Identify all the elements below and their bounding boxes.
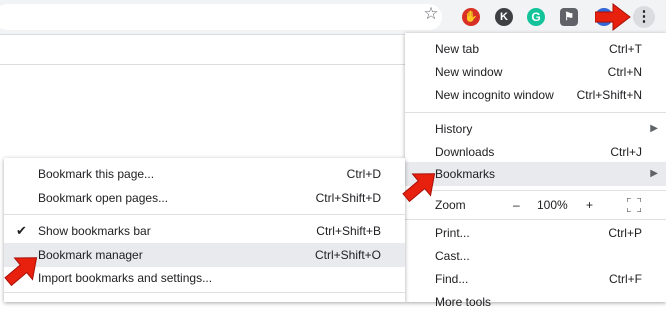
- menu-separator: [405, 112, 666, 113]
- submenu-item-label: Bookmark manager: [38, 248, 143, 262]
- menu-item-new-tab[interactable]: New tab Ctrl+T: [405, 37, 666, 61]
- menu-separator: [405, 219, 666, 220]
- submenu-item-shortcut: Ctrl+D: [346, 167, 381, 181]
- submenu-item-import-bookmarks[interactable]: Import bookmarks and settings...: [4, 266, 405, 290]
- grammarly-extension-icon[interactable]: G: [527, 8, 545, 26]
- checkmark-icon: ✔: [16, 223, 27, 238]
- menu-item-print[interactable]: Print... Ctrl+P: [405, 221, 666, 245]
- submenu-arrow-icon: ▶: [650, 123, 658, 134]
- menu-item-cast[interactable]: Cast...: [405, 244, 666, 268]
- menu-item-downloads[interactable]: Downloads Ctrl+J: [405, 140, 666, 164]
- menu-item-shortcut: Ctrl+T: [609, 42, 642, 56]
- menu-item-shortcut: Ctrl+N: [607, 65, 642, 79]
- submenu-item-shortcut: Ctrl+Shift+B: [316, 224, 381, 238]
- chrome-main-menu: New tab Ctrl+T New window Ctrl+N New inc…: [405, 33, 666, 309]
- menu-separator: [405, 190, 666, 191]
- fullscreen-icon[interactable]: [627, 198, 641, 212]
- menu-item-label: Print...: [435, 226, 470, 240]
- bookmarks-submenu: Bookmark this page... Ctrl+D Bookmark op…: [4, 158, 405, 302]
- k-extension-icon[interactable]: K: [495, 8, 513, 26]
- menu-item-shortcut: Ctrl+Shift+N: [576, 88, 642, 102]
- submenu-item-label: Show bookmarks bar: [38, 224, 151, 238]
- menu-item-shortcut: Ctrl+J: [610, 145, 642, 159]
- menu-item-label: More tools: [435, 295, 492, 309]
- browser-toolbar: ☆ ✋ K G ⚑ ⋮: [0, 0, 666, 34]
- zoom-level: 100%: [537, 198, 568, 212]
- submenu-item-label: Import bookmarks and settings...: [38, 271, 213, 285]
- submenu-item-shortcut: Ctrl+Shift+O: [314, 248, 381, 262]
- menu-item-shortcut: Ctrl+F: [609, 272, 642, 286]
- submenu-item-bookmark-page[interactable]: Bookmark this page... Ctrl+D: [4, 162, 405, 186]
- adblock-extension-icon[interactable]: ✋: [462, 8, 480, 26]
- submenu-item-bookmark-manager[interactable]: Bookmark manager Ctrl+Shift+O: [4, 243, 405, 267]
- menu-item-zoom: Zoom – 100% +: [405, 193, 666, 217]
- menu-item-label: Downloads: [435, 145, 495, 159]
- submenu-item-show-bookmarks-bar[interactable]: ✔ Show bookmarks bar Ctrl+Shift+B: [4, 219, 405, 243]
- menu-item-bookmarks[interactable]: Bookmarks ▶: [405, 162, 666, 186]
- submenu-item-bookmark-open-pages[interactable]: Bookmark open pages... Ctrl+Shift+D: [4, 186, 405, 210]
- menu-item-history[interactable]: History ▶: [405, 117, 666, 141]
- zoom-out-button[interactable]: –: [513, 193, 520, 217]
- menu-item-new-window[interactable]: New window Ctrl+N: [405, 60, 666, 84]
- menu-item-label: New window: [435, 65, 503, 79]
- menu-item-label: Bookmarks: [435, 167, 496, 181]
- submenu-item-label: Bookmark open pages...: [38, 191, 169, 205]
- submenu-separator: [4, 214, 405, 215]
- submenu-separator: [4, 292, 405, 293]
- puzzle-extension-icon[interactable]: ⚑: [560, 8, 578, 26]
- menu-item-label: New incognito window: [435, 88, 554, 102]
- star-icon[interactable]: ☆: [421, 4, 441, 24]
- menu-item-label: Find...: [435, 272, 469, 286]
- page-divider: [0, 64, 405, 65]
- submenu-item-label: Bookmark this page...: [38, 167, 155, 181]
- menu-item-new-incognito[interactable]: New incognito window Ctrl+Shift+N: [405, 83, 666, 107]
- annotation-arrow-to-menu-icon: [595, 2, 631, 32]
- more-menu-icon[interactable]: ⋮: [633, 6, 655, 28]
- menu-item-more-tools[interactable]: More tools: [405, 290, 666, 314]
- menu-item-label: History: [435, 122, 473, 136]
- zoom-in-button[interactable]: +: [586, 193, 593, 217]
- address-bar[interactable]: [0, 4, 442, 30]
- menu-item-shortcut: Ctrl+P: [608, 226, 642, 240]
- annotation-arrow-to-bookmarks: [402, 173, 436, 203]
- annotation-arrow-to-bookmark-manager: [4, 257, 38, 287]
- menu-item-label: Cast...: [435, 249, 470, 263]
- submenu-arrow-icon: ▶: [650, 168, 658, 179]
- menu-item-label: New tab: [435, 42, 480, 56]
- menu-item-find[interactable]: Find... Ctrl+F: [405, 267, 666, 291]
- submenu-item-shortcut: Ctrl+Shift+D: [315, 191, 381, 205]
